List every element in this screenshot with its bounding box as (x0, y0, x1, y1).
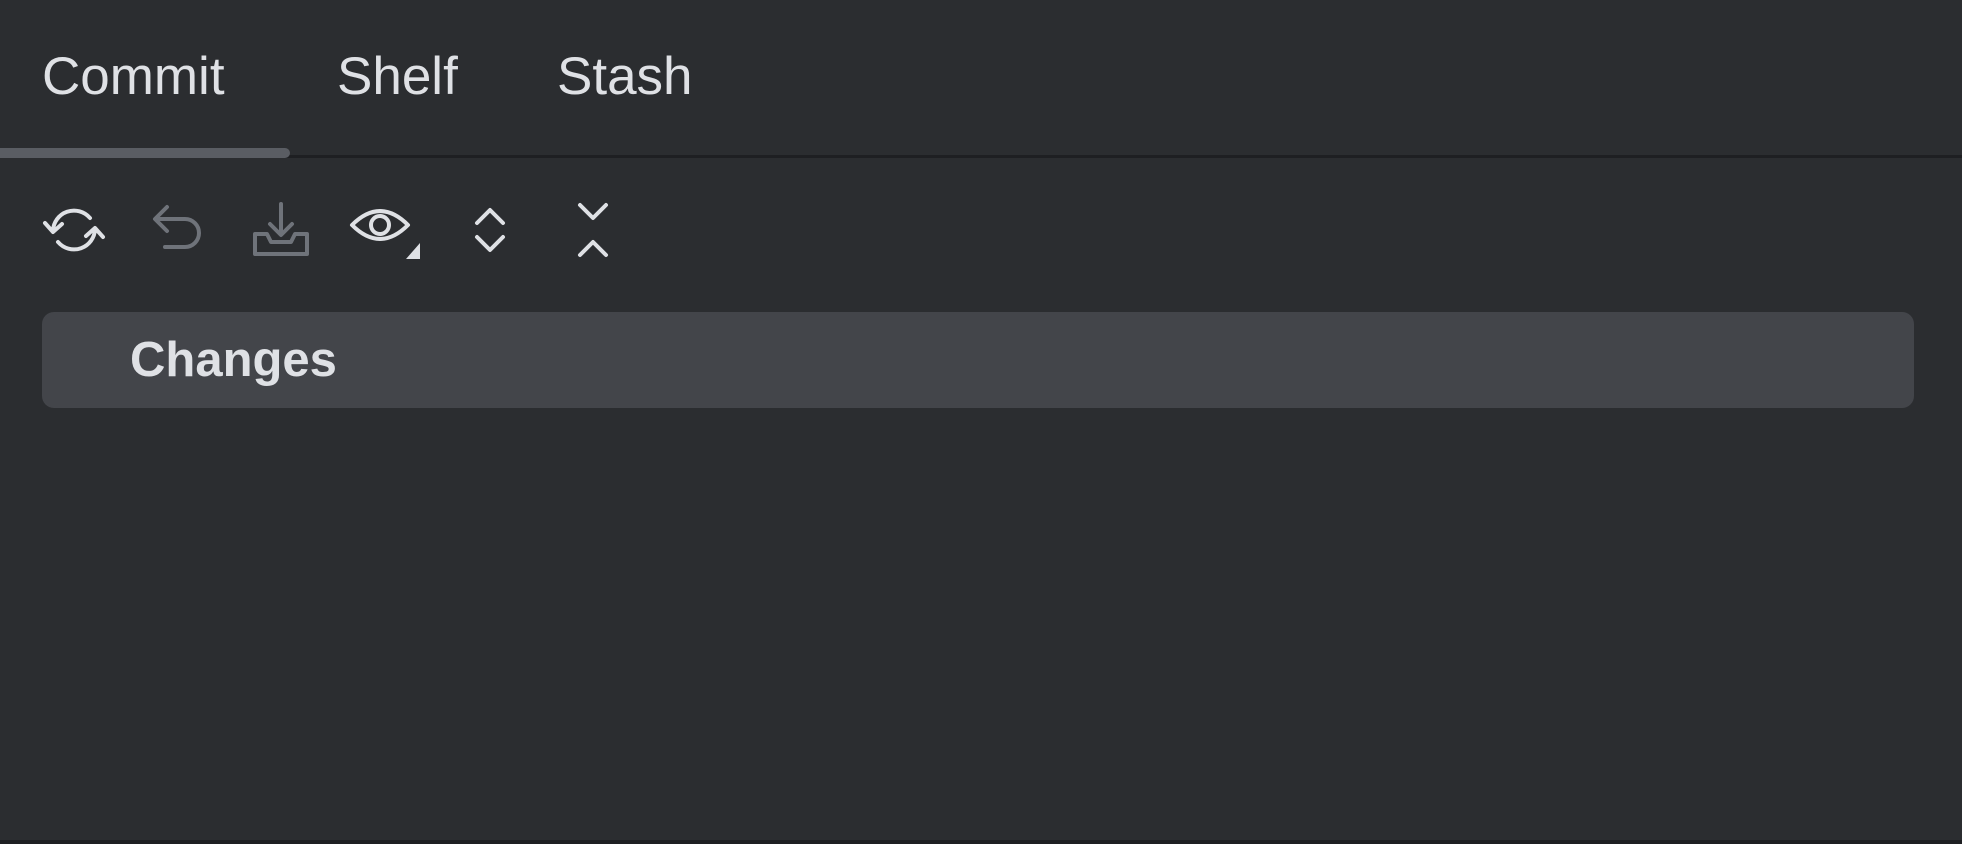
collapse-all-icon (578, 203, 608, 257)
rollback-button[interactable] (138, 198, 218, 262)
refresh-icon (43, 208, 105, 252)
changelist-row[interactable]: Changes (42, 312, 1914, 408)
tab-bar: Commit Shelf Stash (0, 0, 1962, 158)
tab-shelf[interactable]: Shelf (337, 46, 458, 108)
collapse-all-button[interactable] (553, 198, 633, 262)
view-options-icon (350, 209, 420, 259)
changelist-label: Changes (130, 333, 337, 387)
changes-toolbar (0, 190, 1962, 268)
commit-tool-window: Commit Shelf Stash Changes (0, 0, 1962, 844)
shelve-button[interactable] (241, 198, 321, 262)
rollback-icon (153, 205, 201, 249)
tab-stash[interactable]: Stash (557, 46, 693, 108)
view-options-button[interactable] (346, 198, 426, 262)
tab-commit[interactable]: Commit (42, 46, 225, 108)
selected-tab-indicator (0, 148, 290, 158)
expand-all-icon (475, 208, 505, 252)
panel-bottom-border (0, 840, 1962, 844)
expand-all-button[interactable] (450, 198, 530, 262)
shelve-icon (253, 202, 309, 256)
refresh-button[interactable] (34, 198, 114, 262)
